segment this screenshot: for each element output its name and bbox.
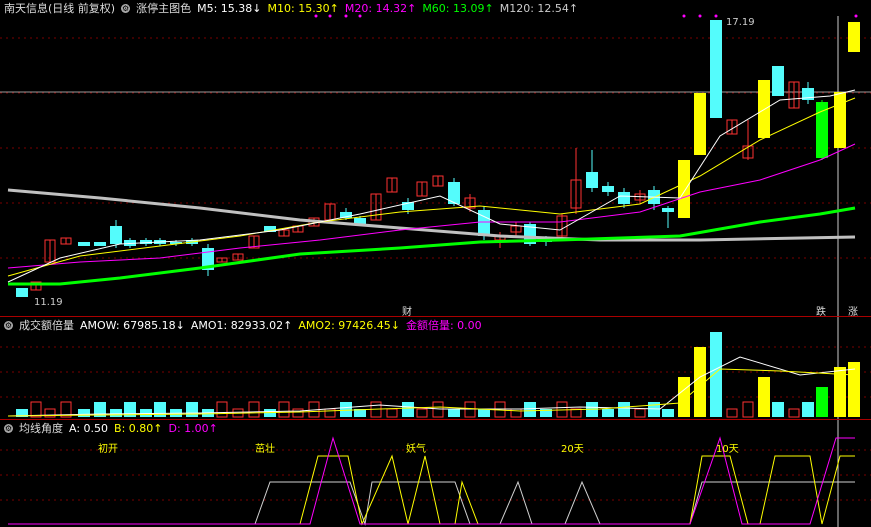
volume-bar-51: [802, 402, 814, 417]
candle-body-54: [848, 22, 860, 52]
volume-bar-24: [386, 408, 398, 418]
volume-bar-30: [478, 409, 490, 417]
volume-bar-38: [602, 409, 614, 417]
volume-bar-48: [758, 377, 770, 417]
ma10-line: [7, 97, 856, 277]
candle-body-0: [16, 288, 28, 297]
angle-lines[interactable]: [0, 420, 871, 527]
volume-bar-47: [742, 401, 754, 418]
candle-body-38: [602, 186, 614, 192]
volume-bar-11: [186, 402, 198, 417]
candlestick-chart[interactable]: [0, 0, 871, 316]
main-chart-panel[interactable]: 南天信息(日线 前复权) ⚙ 涨停主图色 M5: 15.38↓ M10: 15.…: [0, 0, 871, 318]
angle-label-4: 10天: [716, 444, 739, 455]
candle-body-30: [478, 210, 490, 236]
volume-bar-54: [848, 362, 860, 417]
candle-body-6: [110, 226, 122, 244]
volume-bar-18: [292, 408, 304, 418]
volume-bar-17: [278, 401, 290, 418]
candle-body-48: [758, 80, 770, 138]
candle-body-44: [694, 93, 706, 155]
candle-body-45: [710, 20, 722, 118]
limit-dot-4: [682, 14, 686, 18]
volume-bar-20: [324, 408, 336, 418]
ma-angle-panel[interactable]: ⚙ 均线角度 A: 0.50 B: 0.80↑ D: 1.00↑ 初开 茁壮 妖…: [0, 420, 871, 527]
volume-panel[interactable]: ⚙ 成交额倍量 AMOW: 67985.18↓ AMO1: 82933.02↑ …: [0, 317, 871, 419]
volume-bar-4: [78, 409, 90, 417]
volume-bar-45: [710, 332, 722, 417]
high-price-label: 17.19: [726, 17, 755, 28]
limit-dot-7: [854, 14, 858, 18]
limit-dot-5: [698, 14, 702, 18]
volume-bar-36: [570, 408, 582, 418]
volume-bar-52: [816, 387, 828, 417]
candle-body-42: [662, 208, 674, 212]
low-price-label: 11.19: [34, 297, 63, 308]
candle-body-43: [678, 160, 690, 218]
limit-dot-1: [328, 14, 332, 18]
volume-bar-26: [416, 408, 428, 418]
candle-body-5: [94, 242, 106, 246]
volume-bar-28: [448, 409, 460, 417]
angle-a-line: [8, 480, 855, 526]
angle-label-0: 初开: [98, 444, 118, 455]
angle-label-3: 20天: [561, 444, 584, 455]
candle-body-53: [834, 92, 846, 148]
volume-bar-33: [524, 402, 536, 417]
limit-dot-6: [714, 14, 718, 18]
volume-bar-40: [634, 408, 646, 418]
volume-bar-13: [216, 401, 228, 418]
angle-label-1: 茁壮: [255, 444, 275, 455]
candle-body-52: [816, 102, 828, 158]
volume-bar-39: [618, 402, 630, 417]
angle-label-2: 妖气: [406, 444, 426, 455]
volume-bars[interactable]: [0, 317, 871, 419]
volume-bar-21: [340, 402, 352, 417]
angle-b-line: [8, 454, 855, 526]
volume-bar-6: [110, 409, 122, 417]
candle-body-39: [618, 192, 630, 204]
limit-dot-2: [344, 14, 348, 18]
candle-body-49: [772, 66, 784, 96]
limit-dot-0: [314, 14, 318, 18]
volume-bar-50: [788, 408, 800, 418]
volume-bar-49: [772, 402, 784, 417]
volume-bar-46: [726, 408, 738, 418]
volume-bar-1: [30, 401, 42, 418]
volume-bar-25: [402, 402, 414, 417]
volume-bar-43: [678, 377, 690, 417]
volume-bar-15: [248, 401, 260, 418]
volume-bar-42: [662, 409, 674, 417]
candle-body-4: [78, 242, 90, 246]
limit-dot-3: [358, 14, 362, 18]
candle-body-37: [586, 172, 598, 188]
